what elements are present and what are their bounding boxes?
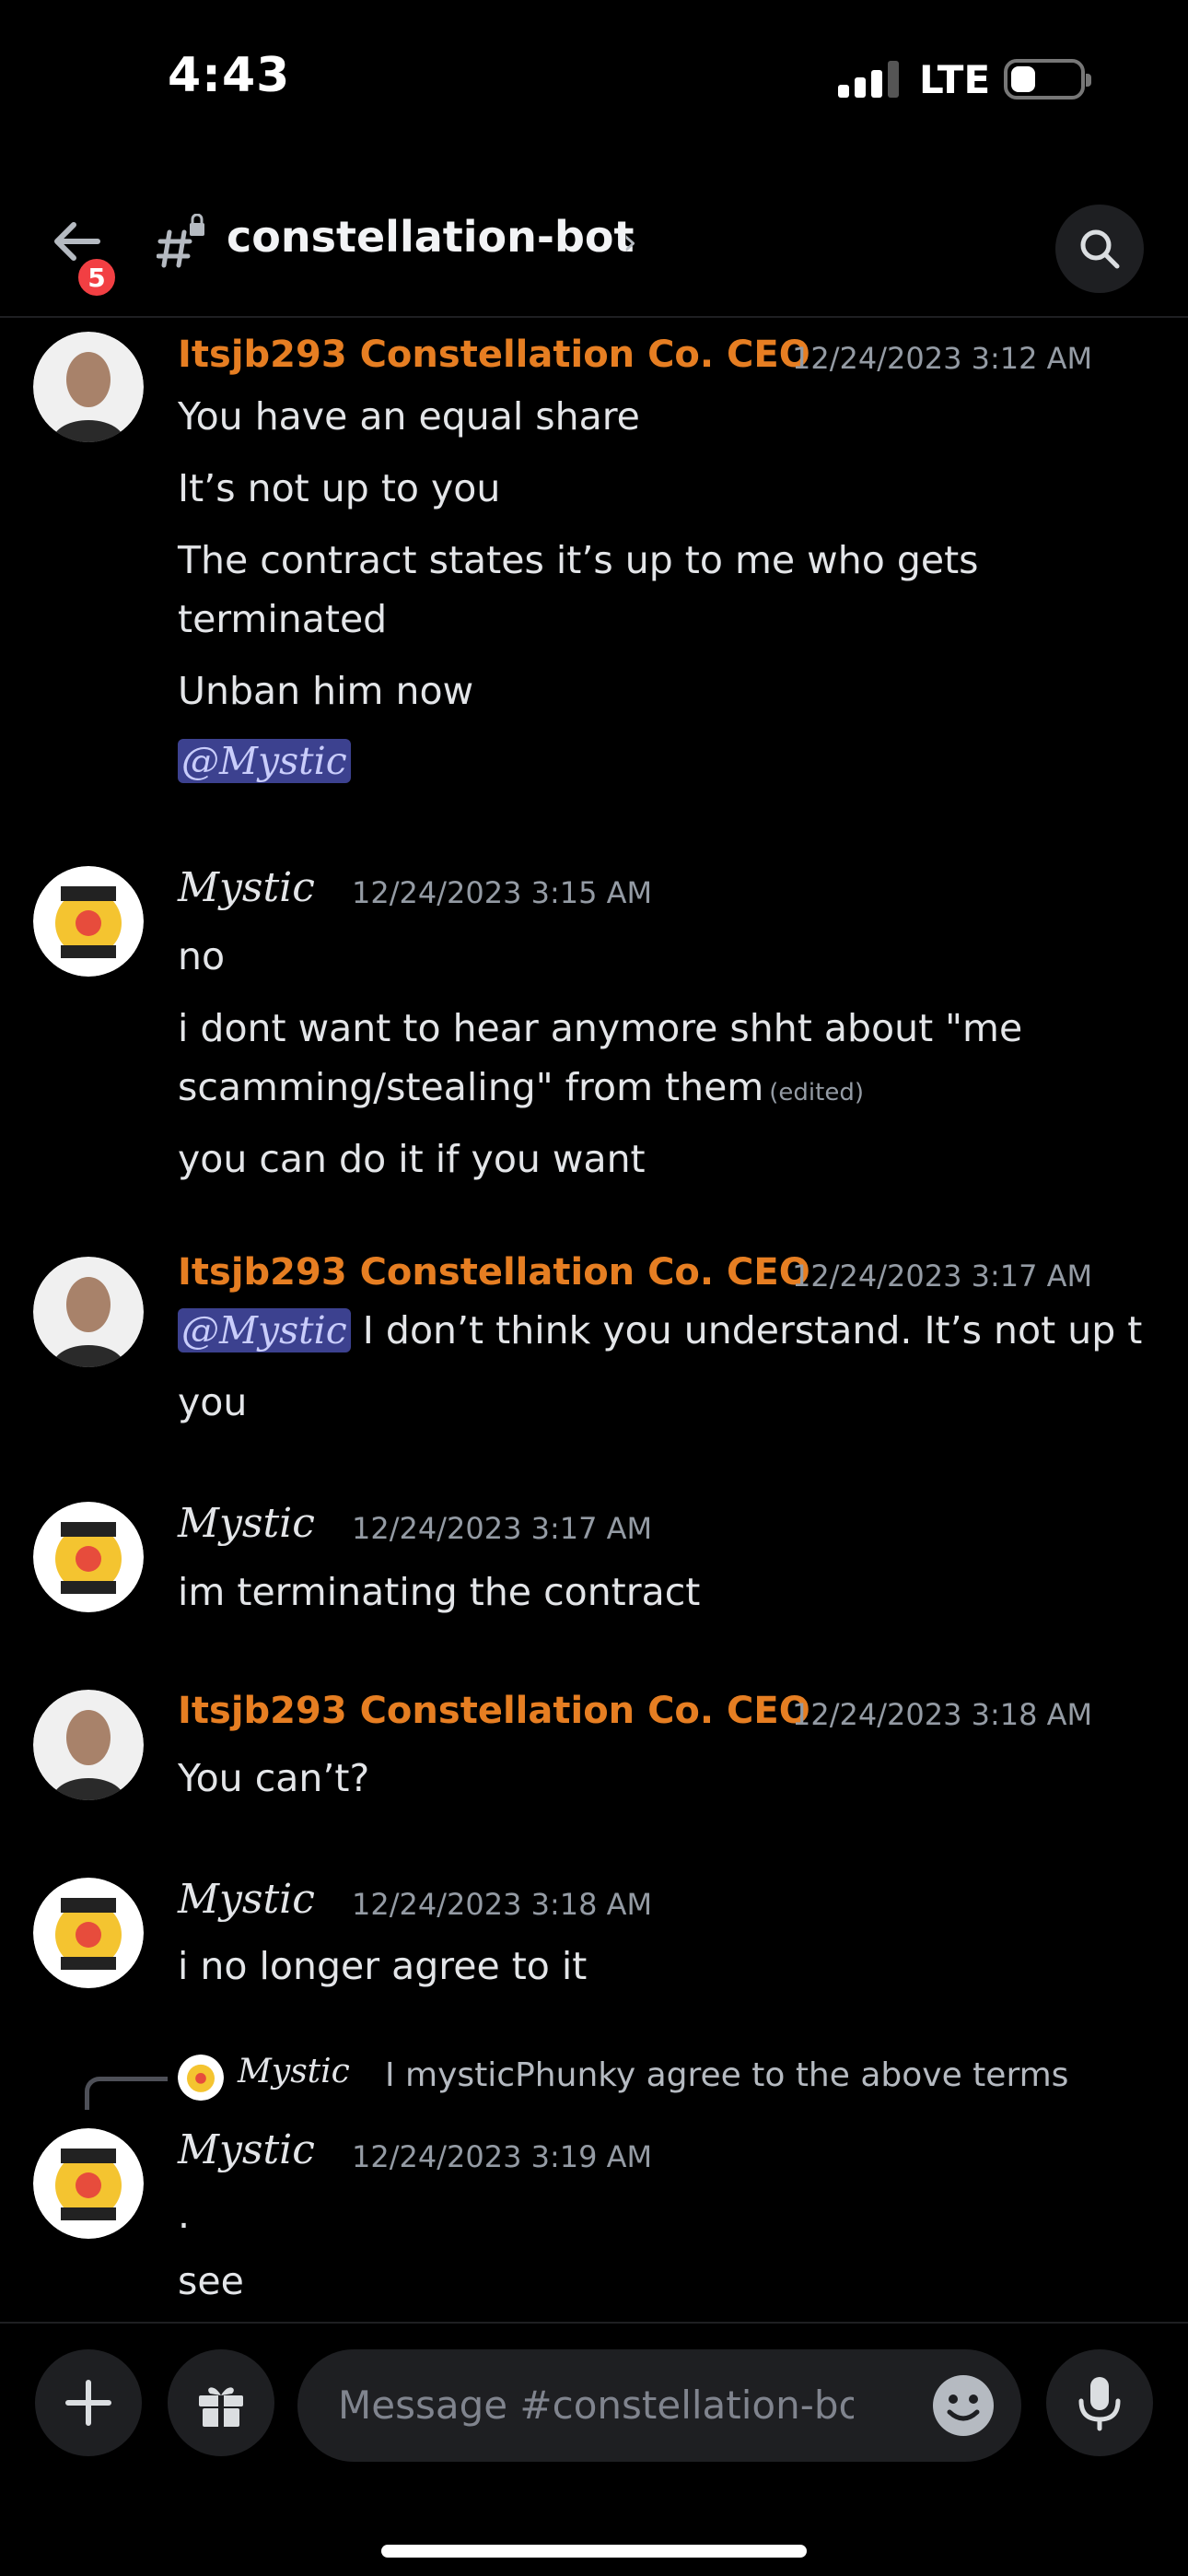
channel-title[interactable]: constellation-bot xyxy=(227,212,634,262)
message-list[interactable]: Itsjb293 Constellation Co. CEO 12/24/202… xyxy=(0,322,1188,2322)
avatar-ceo[interactable] xyxy=(33,1690,144,1800)
avatar-mystic[interactable] xyxy=(33,1502,144,1612)
message-line: @Mystic I don’t think you understand. It… xyxy=(178,1308,1142,1352)
message-line: you can do it if you want xyxy=(178,1137,646,1181)
reply-avatar[interactable] xyxy=(178,2055,224,2101)
message-line: @Mystic xyxy=(178,739,351,783)
hash-lock-icon xyxy=(157,214,204,268)
message-line: terminated xyxy=(178,597,388,641)
home-indicator[interactable] xyxy=(381,2545,807,2558)
search-button[interactable] xyxy=(1055,205,1144,293)
back-button[interactable]: 5 xyxy=(48,212,122,300)
message-input[interactable] xyxy=(338,2375,854,2434)
unread-badge: 5 xyxy=(74,254,120,300)
message-timestamp: 12/24/2023 3:19 AM xyxy=(352,2139,653,2174)
reply-preview[interactable]: I mysticPhunky agree to the above terms xyxy=(385,2056,1068,2094)
message-author[interactable]: Mystic xyxy=(178,2126,315,2173)
message-author[interactable]: Mystic xyxy=(178,1500,315,1547)
message-line: The contract states it’s up to me who ge… xyxy=(178,538,979,582)
mention-chip[interactable]: @Mystic xyxy=(178,739,351,783)
channel-header: 5 constellation-bot › xyxy=(0,184,1188,318)
chevron-right-icon[interactable]: › xyxy=(623,221,637,263)
message-line: i dont want to hear anymore shht about "… xyxy=(178,1006,1023,1050)
microphone-icon xyxy=(1078,2377,1121,2431)
message-author[interactable]: Itsjb293 Constellation Co. CEO xyxy=(178,1690,810,1732)
message-line: im terminating the contract xyxy=(178,1570,701,1614)
message-line: i no longer agree to it xyxy=(178,1944,588,1988)
search-icon xyxy=(1080,229,1120,269)
message-line: see xyxy=(178,2259,244,2303)
voice-message-button[interactable] xyxy=(1046,2349,1153,2456)
avatar-ceo[interactable] xyxy=(33,332,144,442)
gift-button[interactable] xyxy=(168,2349,274,2456)
reply-author[interactable]: Mystic xyxy=(238,2053,350,2090)
message-author[interactable]: Itsjb293 Constellation Co. CEO xyxy=(178,334,810,376)
message-timestamp: 12/24/2023 3:18 AM xyxy=(352,1887,653,1922)
message-line: You have an equal share xyxy=(178,394,640,439)
message-composer xyxy=(0,2322,1188,2576)
message-timestamp: 12/24/2023 3:17 AM xyxy=(792,1259,1093,1294)
network-label: LTE xyxy=(919,57,991,102)
avatar-mystic[interactable] xyxy=(33,2128,144,2239)
message-timestamp: 12/24/2023 3:18 AM xyxy=(792,1697,1093,1732)
gift-icon xyxy=(199,2387,243,2427)
message-line: . xyxy=(178,2193,191,2237)
plus-icon xyxy=(65,2380,111,2426)
message-author[interactable]: Mystic xyxy=(178,1876,315,1923)
message-line: scamming/stealing" from them (edited) xyxy=(178,1065,864,1109)
status-time: 4:43 xyxy=(168,48,291,103)
edited-label: (edited) xyxy=(769,1079,864,1107)
status-bar: 4:43 LTE xyxy=(0,0,1188,161)
avatar-mystic[interactable] xyxy=(33,866,144,977)
message-line: You can’t? xyxy=(178,1756,370,1800)
message-line: no xyxy=(178,934,226,978)
avatar-ceo[interactable] xyxy=(33,1257,144,1367)
battery-icon xyxy=(1004,59,1091,100)
message-author[interactable]: Mystic xyxy=(178,864,315,911)
emoji-icon[interactable] xyxy=(933,2375,994,2436)
message-timestamp: 12/24/2023 3:15 AM xyxy=(352,875,653,910)
message-timestamp: 12/24/2023 3:12 AM xyxy=(792,341,1093,376)
signal-icon xyxy=(838,61,899,98)
message-input-wrapper[interactable] xyxy=(297,2349,1021,2462)
add-attachment-button[interactable] xyxy=(35,2349,142,2456)
message-author[interactable]: Itsjb293 Constellation Co. CEO xyxy=(178,1251,810,1294)
message-line: you xyxy=(178,1380,248,1424)
message-line: It’s not up to you xyxy=(178,466,501,510)
mention-chip[interactable]: @Mystic xyxy=(178,1308,351,1352)
avatar-mystic[interactable] xyxy=(33,1878,144,1988)
reply-connector xyxy=(85,2077,168,2110)
message-timestamp: 12/24/2023 3:17 AM xyxy=(352,1511,653,1546)
message-line: Unban him now xyxy=(178,669,474,713)
